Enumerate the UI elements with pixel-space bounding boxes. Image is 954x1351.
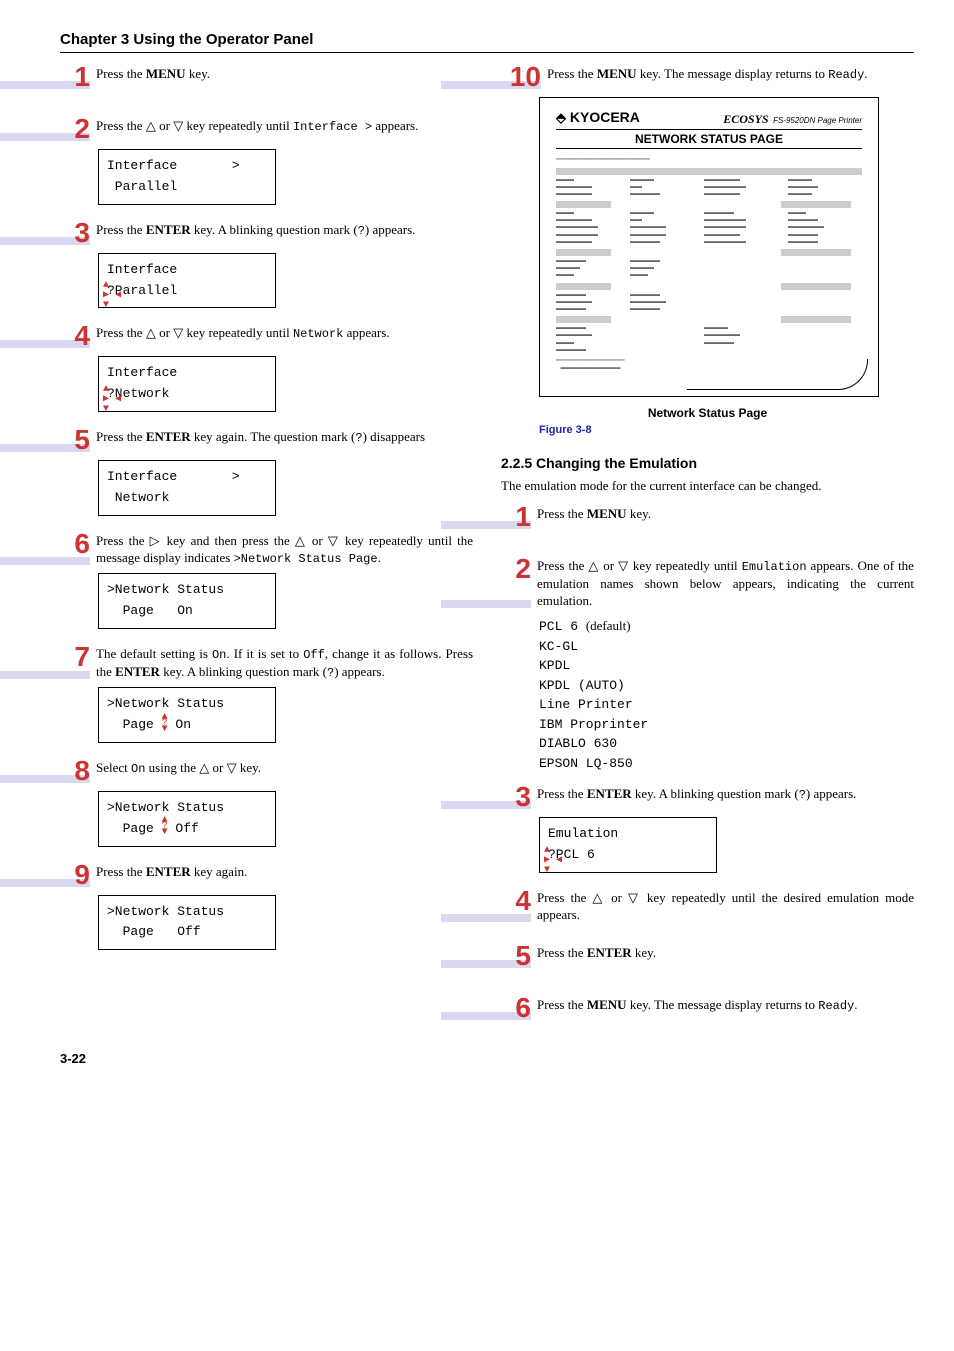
step-4: 4 Press the or key repeatedly until Netw… xyxy=(60,322,473,350)
content-columns: 1 Press the MENU key. 2 Press the or key… xyxy=(60,63,914,1027)
step-number: 2 xyxy=(501,555,531,610)
kyocera-logo: ⬘ KYOCERA xyxy=(556,108,640,127)
step-text: Press the MENU key. The message display … xyxy=(547,63,914,91)
step-text: Select On using the or key. xyxy=(96,757,473,785)
step-number: 3 xyxy=(501,783,531,811)
blink-arrows-icon: ▲▶ ◀▼ xyxy=(103,281,121,311)
step-10: 10 Press the MENU key. The message displ… xyxy=(501,63,914,91)
step-8: 8 Select On using the or key. xyxy=(60,757,473,785)
step-text: Press the ENTER key again. xyxy=(96,861,473,889)
step-text: Press the key and then press the or key … xyxy=(96,530,473,568)
left-column: 1 Press the MENU key. 2 Press the or key… xyxy=(60,63,473,1027)
lcd-display: Interface > Network xyxy=(98,460,276,516)
lcd-display: Interface ?Parallel▲▶ ◀▼ xyxy=(98,253,276,309)
lcd-display: Emulation ?PCL 6▲▶ ◀▼ xyxy=(539,817,717,873)
step-text: Press the ENTER key. xyxy=(537,942,914,970)
blink-arrows-icon: ▲▶ ◀▼ xyxy=(544,846,562,876)
lcd-display: >Network Status Page On xyxy=(98,573,276,629)
page-number: 3-22 xyxy=(60,1050,914,1068)
step-number: 10 xyxy=(501,63,541,91)
step-2: 2 Press the or key repeatedly until Inte… xyxy=(60,115,473,143)
step-text: Press the ENTER key. A blinking question… xyxy=(96,219,473,247)
step-1: 1 Press the MENU key. xyxy=(60,63,473,91)
step-number: 6 xyxy=(60,530,90,568)
printer-model: ECOSYS FS-9520DN Page Printer xyxy=(723,111,862,127)
estep-5: 5 Press the ENTER key. xyxy=(501,942,914,970)
step-text: Press the or key repeatedly until the de… xyxy=(537,887,914,924)
step-text: Press the or key repeatedly until Interf… xyxy=(96,115,473,143)
estep-4: 4 Press the or key repeatedly until the … xyxy=(501,887,914,924)
lcd-display: >Network Status Page ▲?▼ On xyxy=(98,687,276,743)
step-number: 3 xyxy=(60,219,90,247)
lcd-display: >Network Status Page ▲?▼ Off xyxy=(98,791,276,847)
lcd-display: Interface ?Network▲▶ ◀▼ xyxy=(98,356,276,412)
step-number: 2 xyxy=(60,115,90,143)
figure-label: Figure 3-8 xyxy=(539,423,914,438)
step-number: 5 xyxy=(501,942,531,970)
section-intro: The emulation mode for the current inter… xyxy=(501,477,914,495)
right-column: 10 Press the MENU key. The message displ… xyxy=(501,63,914,1027)
lcd-display: Interface > Parallel xyxy=(98,149,276,205)
step-number: 7 xyxy=(60,643,90,681)
step-text: Press the ENTER key again. The question … xyxy=(96,426,473,454)
estep-3: 3 Press the ENTER key. A blinking questi… xyxy=(501,783,914,811)
step-number: 9 xyxy=(60,861,90,889)
estep-2: 2 Press the or key repeatedly until Emul… xyxy=(501,555,914,610)
step-number: 1 xyxy=(501,503,531,531)
step-text: Press the ENTER key. A blinking question… xyxy=(537,783,914,811)
step-9: 9 Press the ENTER key again. xyxy=(60,861,473,889)
step-text: Press the or key repeatedly until Networ… xyxy=(96,322,473,350)
step-number: 5 xyxy=(60,426,90,454)
nsp-title: NETWORK STATUS PAGE xyxy=(556,129,862,149)
step-number: 4 xyxy=(501,887,531,924)
network-status-page-figure: ⬘ KYOCERA ECOSYS FS-9520DN Page Printer … xyxy=(539,97,879,397)
step-text: Press the MENU key. xyxy=(96,63,473,91)
step-text: Press the or key repeatedly until Emulat… xyxy=(537,555,914,610)
estep-6: 6 Press the MENU key. The message displa… xyxy=(501,994,914,1022)
step-number: 8 xyxy=(60,757,90,785)
step-number: 4 xyxy=(60,322,90,350)
blink-arrows-icon: ▲?▼ xyxy=(162,715,168,733)
section-heading: 2.2.5 Changing the Emulation xyxy=(501,454,914,473)
nsp-body: ━━━━━━━━━━━━━━━━━━━━━━━━━━ ▬▬▬▬▬▬▬▬▬▬▬▬▬… xyxy=(556,157,862,372)
chapter-title: Chapter 3 Using the Operator Panel xyxy=(60,30,914,53)
blink-arrows-icon: ▲▶ ◀▼ xyxy=(103,385,121,415)
step-text: Press the MENU key. xyxy=(537,503,914,531)
emulation-list: PCL 6 (default) KC-GL KPDL KPDL (AUTO) L… xyxy=(539,616,914,773)
blink-arrows-icon: ▲?▼ xyxy=(162,818,168,836)
estep-1: 1 Press the MENU key. xyxy=(501,503,914,531)
step-6: 6 Press the key and then press the or ke… xyxy=(60,530,473,568)
step-7: 7 The default setting is On. If it is se… xyxy=(60,643,473,681)
lcd-display: >Network Status Page Off xyxy=(98,895,276,951)
step-3: 3 Press the ENTER key. A blinking questi… xyxy=(60,219,473,247)
step-text: Press the MENU key. The message display … xyxy=(537,994,914,1022)
step-number: 6 xyxy=(501,994,531,1022)
step-text: The default setting is On. If it is set … xyxy=(96,643,473,681)
nsp-caption: Network Status Page xyxy=(501,405,914,421)
step-number: 1 xyxy=(60,63,90,91)
step-5: 5 Press the ENTER key again. The questio… xyxy=(60,426,473,454)
